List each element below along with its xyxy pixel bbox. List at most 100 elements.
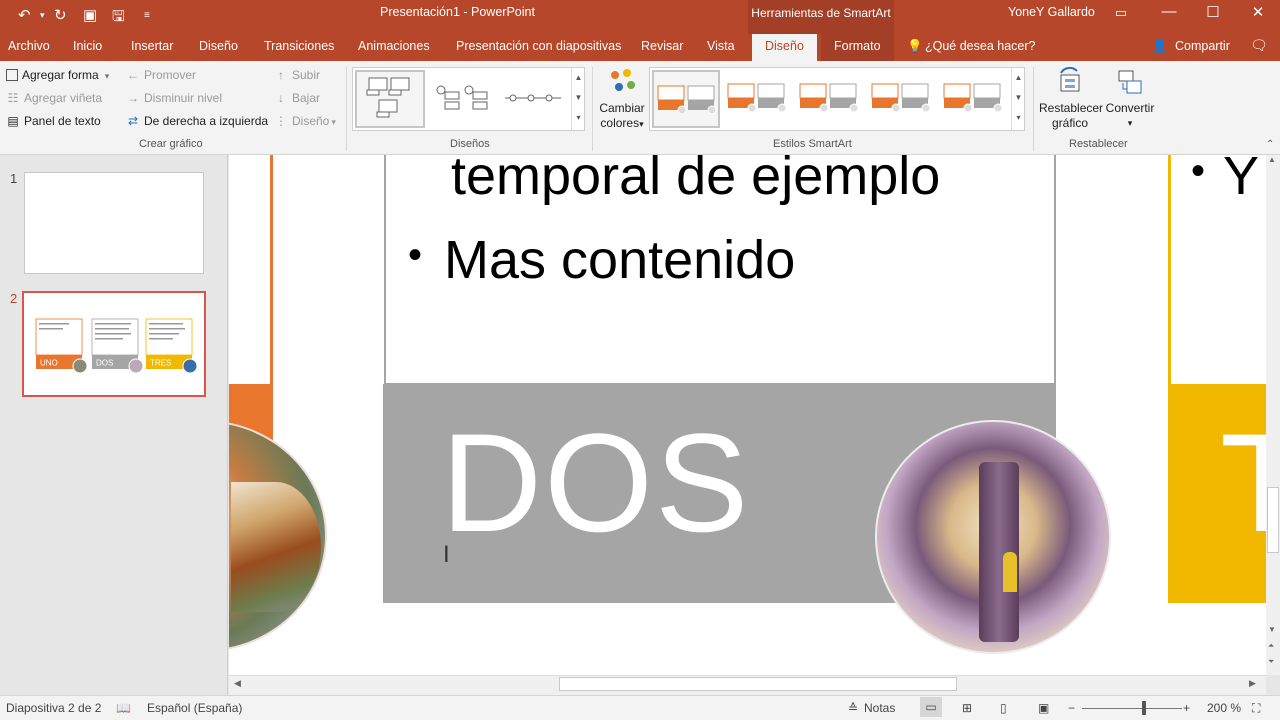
slide-sorter-icon[interactable]: ⊞ [962, 701, 972, 715]
close-icon[interactable]: ✕ [1243, 3, 1273, 21]
minimize-icon[interactable]: — [1154, 3, 1184, 20]
tab-diseno[interactable]: Diseño [199, 39, 238, 53]
scroll-up-icon[interactable]: ▲ [572, 68, 585, 88]
zoom-level[interactable]: 200 % [1207, 701, 1241, 715]
layouts-group-label: Diseños [450, 138, 490, 150]
tab-smartart-diseno[interactable]: Diseño [752, 34, 817, 61]
promote-button[interactable]: ← Promover [126, 68, 196, 82]
vertical-scroll-thumb[interactable] [1267, 487, 1279, 553]
tab-smartart-formato[interactable]: Formato [821, 34, 894, 61]
smartart-style-option-3[interactable] [796, 70, 864, 128]
collapse-ribbon-icon[interactable]: ⌃ [1266, 139, 1274, 150]
language-indicator[interactable]: Español (España) [147, 701, 242, 715]
layout-option-1[interactable] [355, 70, 425, 128]
scroll-down-icon[interactable]: ▼ [1012, 88, 1025, 108]
group-divider [346, 67, 347, 151]
normal-view-icon[interactable]: ▭ [920, 697, 942, 717]
layout-button[interactable]: ⋮ Diseño ▾ [274, 114, 336, 128]
scroll-left-icon[interactable]: ◀ [234, 678, 241, 689]
move-up-button[interactable]: ↑ Subir [274, 68, 320, 82]
tab-animaciones[interactable]: Animaciones [358, 39, 430, 53]
reset-graphic-icon [1060, 66, 1080, 92]
card-tres-title-box[interactable]: T [1168, 384, 1266, 603]
smartart-style-option-4[interactable] [868, 70, 936, 128]
move-down-label: Bajar [292, 91, 321, 105]
card-dos-photo[interactable] [875, 420, 1111, 654]
tab-vista[interactable]: Vista [707, 39, 735, 53]
slide-show-icon[interactable]: ▣ [1038, 701, 1049, 715]
customize-quick-access-icon[interactable]: ≡ [144, 10, 150, 21]
zoom-in-icon[interactable]: + [1183, 701, 1190, 715]
maximize-icon[interactable]: ☐ [1198, 3, 1228, 21]
demote-button[interactable]: → Disminuir nivel [126, 91, 222, 105]
layout-thumb-3-icon [505, 94, 561, 102]
layout-thumb-1-icon [366, 77, 410, 118]
fit-slide-icon[interactable]: ⛶ [1252, 701, 1260, 716]
styles-gallery-scroll[interactable]: ▲ ▼ ▾ [1011, 68, 1025, 130]
tab-presentacion[interactable]: Presentación con diapositivas [456, 39, 621, 53]
scroll-right-icon[interactable]: ▶ [1249, 678, 1256, 689]
text-pane-button[interactable]: ▤ Panel de texto [6, 114, 101, 128]
scroll-down-icon[interactable]: ▼ [572, 88, 585, 108]
start-from-beginning-icon[interactable]: ▣ [83, 6, 97, 24]
scroll-up-icon[interactable]: ▲ [1268, 155, 1276, 164]
scroll-up-icon[interactable]: ▲ [1012, 68, 1025, 88]
zoom-out-icon[interactable]: − [1068, 701, 1075, 715]
horizontal-scroll-thumb[interactable] [559, 677, 957, 691]
more-icon[interactable]: ▾ [572, 108, 585, 128]
smartart-style-option-5[interactable] [940, 70, 1008, 128]
slide-thumbnails-pane: 1 2 UNO DOS TRES [0, 155, 228, 695]
notes-button[interactable]: Notas [864, 701, 895, 715]
share-button[interactable]: Compartir [1175, 39, 1230, 53]
right-to-left-label: De derecha a izquierda [144, 114, 269, 128]
styles-group-label: Estilos SmartArt [773, 138, 852, 150]
add-shape-button[interactable]: Agregar forma ▾ [6, 68, 109, 82]
previous-slide-icon[interactable]: ⏶ [1268, 641, 1274, 651]
tab-archivo[interactable]: Archivo [8, 39, 50, 53]
card-tres-text-box[interactable]: • Y [1168, 155, 1266, 385]
move-down-button[interactable]: ↓ Bajar [274, 91, 320, 105]
i-beam-cursor-icon: I [443, 541, 450, 568]
scroll-down-icon[interactable]: ▼ [1268, 625, 1276, 634]
more-icon[interactable]: ▾ [1012, 108, 1025, 128]
reading-view-icon[interactable]: ▯ [1000, 701, 1007, 715]
add-bullet-button[interactable]: ☷ Agregar viñeta [6, 91, 102, 105]
right-to-left-button[interactable]: ⇄ De derecha a izquierda [126, 114, 268, 128]
tab-insertar[interactable]: Insertar [131, 39, 173, 53]
reset-graphic-button[interactable]: Restablecer gráfico [1039, 66, 1103, 131]
zoom-slider-thumb[interactable] [1142, 701, 1146, 715]
text-pane-label: Panel de texto [24, 114, 101, 128]
undo-icon[interactable]: ↶ [18, 6, 31, 24]
undo-dropdown-icon[interactable]: ▾ [40, 10, 45, 21]
tab-transiciones[interactable]: Transiciones [264, 39, 334, 53]
zoom-slider[interactable] [1082, 708, 1182, 709]
arrow-down-icon: ↓ [278, 91, 284, 105]
user-name[interactable]: YoneY Gallardo [1008, 5, 1095, 19]
ribbon-display-options-icon[interactable]: ▭ [1106, 5, 1136, 21]
save-icon[interactable]: 🖫 [112, 6, 125, 31]
horizontal-scrollbar[interactable]: ◀ ▶ [229, 675, 1266, 695]
group-divider [1033, 67, 1034, 151]
layouts-gallery-scroll[interactable]: ▲ ▼ ▾ [571, 68, 585, 130]
slide-editor[interactable]: temporal de ejemplo • Mas contenido DOS •… [229, 155, 1266, 675]
card-uno-photo[interactable] [229, 420, 327, 652]
smartart-style-option-1[interactable] [652, 70, 720, 128]
tab-inicio[interactable]: Inicio [73, 39, 102, 53]
layout-option-2[interactable] [431, 82, 491, 119]
redo-icon[interactable]: ↻ [54, 6, 67, 24]
tell-me-box[interactable]: ¿Qué desea hacer? [925, 39, 1036, 53]
chevron-down-icon: ▾ [331, 117, 336, 127]
card-dos-text-box[interactable]: temporal de ejemplo • Mas contenido [384, 155, 1056, 385]
change-colors-button[interactable]: Cambiar colores▾ [598, 67, 646, 132]
next-slide-icon[interactable]: ⏷ [1268, 657, 1274, 667]
spellcheck-icon[interactable]: 📖 [116, 701, 131, 715]
card-uno-text-box[interactable] [229, 155, 273, 384]
convert-button[interactable]: Convertir ▾ [1104, 67, 1156, 131]
vertical-scrollbar[interactable]: ▲ ▼ ⏶ ⏷ [1266, 155, 1280, 675]
tab-revisar[interactable]: Revisar [641, 39, 683, 53]
smartart-style-option-2[interactable] [724, 70, 792, 128]
slide-thumbnail-1[interactable] [24, 172, 204, 274]
slide-thumbnail-2[interactable]: UNO DOS TRES [22, 291, 206, 397]
comments-icon[interactable]: 🗨 [1250, 37, 1268, 54]
layout-option-3[interactable] [503, 90, 563, 109]
